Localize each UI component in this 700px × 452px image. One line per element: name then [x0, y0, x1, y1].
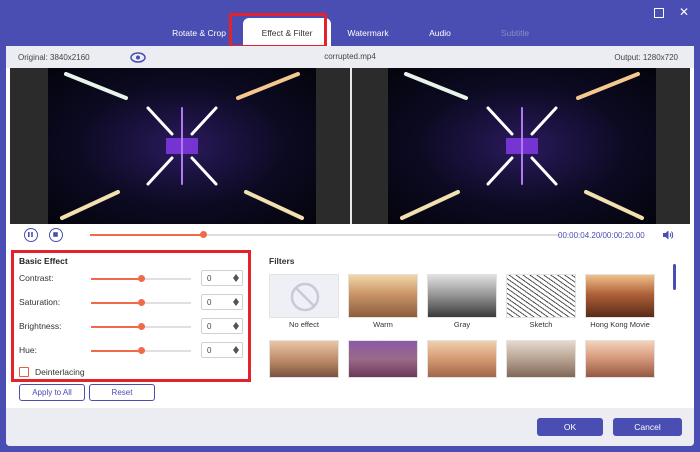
filter-thumb-hong-kong-movie[interactable]: [585, 274, 655, 318]
contrast-stepper[interactable]: 0: [201, 270, 243, 286]
filter-thumb-no-effect[interactable]: [269, 274, 339, 318]
tab-audio[interactable]: Audio: [405, 18, 475, 46]
contrast-slider-handle[interactable]: [138, 275, 145, 282]
close-icon[interactable]: ✕: [678, 6, 690, 18]
param-row-saturation: Saturation: 0: [19, 294, 249, 312]
filter-label-gray: Gray: [453, 320, 471, 329]
apply-to-all-button[interactable]: Apply to All: [19, 384, 85, 401]
deinterlacing-checkbox[interactable]: [19, 367, 29, 377]
filter-thumb[interactable]: [269, 340, 339, 378]
hue-slider[interactable]: [91, 347, 191, 354]
filter-thumb-sketch[interactable]: [506, 274, 576, 318]
contrast-label: Contrast:: [19, 273, 54, 283]
main-panel: Original: 3840x2160 corrupted.mp4 Output…: [6, 46, 694, 446]
saturation-value[interactable]: 0: [207, 298, 211, 307]
contrast-slider-fill: [91, 278, 141, 280]
volume-icon[interactable]: [662, 229, 674, 241]
tab-subtitle: Subtitle: [500, 28, 530, 38]
maximize-icon[interactable]: [654, 8, 664, 18]
hue-slider-handle[interactable]: [138, 347, 145, 354]
ok-button[interactable]: OK: [537, 418, 603, 436]
brightness-slider-handle[interactable]: [138, 323, 145, 330]
brightness-value[interactable]: 0: [207, 322, 211, 331]
tab-watermark[interactable]: Watermark: [331, 18, 405, 46]
cancel-button[interactable]: Cancel: [613, 418, 682, 436]
stop-icon: [53, 232, 58, 237]
arrow-down-icon[interactable]: [233, 278, 239, 282]
reset-button[interactable]: Reset: [89, 384, 155, 401]
brightness-slider-fill: [91, 326, 141, 328]
filter-label-warm: Warm: [373, 320, 393, 329]
filter-thumb[interactable]: [427, 340, 497, 378]
pause-icon: [28, 232, 33, 237]
playback-time: 00:00:04.20/00:00:20.00: [558, 231, 645, 240]
filter-thumb[interactable]: [348, 340, 418, 378]
output-video-frame: [388, 68, 656, 224]
arrow-down-icon[interactable]: [233, 302, 239, 306]
hue-stepper[interactable]: 0: [201, 342, 243, 358]
window-controls: ✕: [654, 6, 690, 18]
param-row-contrast: Contrast: 0: [19, 270, 249, 288]
footer-bar: OK Cancel: [6, 408, 694, 446]
contrast-value[interactable]: 0: [207, 274, 211, 283]
preview-info-bar: Original: 3840x2160 corrupted.mp4 Output…: [6, 46, 694, 68]
basic-effect-title: Basic Effect: [19, 256, 68, 266]
pause-button[interactable]: [24, 228, 38, 242]
no-effect-icon: [290, 282, 320, 312]
stop-button[interactable]: [49, 228, 63, 242]
original-preview: [10, 68, 350, 224]
tab-bar: Rotate & Crop Effect & Filter Watermark …: [160, 18, 555, 46]
filter-thumb[interactable]: [506, 340, 576, 378]
filters-scrollbar[interactable]: [673, 264, 676, 290]
param-row-hue: Hue: 0: [19, 342, 249, 360]
filter-label-sketch: Sketch: [529, 320, 553, 329]
filter-thumb[interactable]: [585, 340, 655, 378]
param-row-brightness: Brightness: 0: [19, 318, 249, 336]
saturation-slider-fill: [91, 302, 141, 304]
seek-progress: [90, 234, 203, 236]
saturation-slider-handle[interactable]: [138, 299, 145, 306]
brightness-label: Brightness:: [19, 321, 62, 331]
filter-label-hong-kong-movie: Hong Kong Movie: [590, 320, 650, 329]
arrow-down-icon[interactable]: [233, 350, 239, 354]
tab-rotate-crop[interactable]: Rotate & Crop: [160, 18, 238, 46]
file-name: corrupted.mp4: [324, 52, 376, 61]
seek-bar[interactable]: [90, 231, 560, 238]
saturation-stepper[interactable]: 0: [201, 294, 243, 310]
deinterlacing-label: Deinterlacing: [35, 367, 85, 377]
saturation-label: Saturation:: [19, 297, 61, 307]
arrow-down-icon[interactable]: [233, 326, 239, 330]
hue-label: Hue:: [19, 345, 37, 355]
hue-slider-fill: [91, 350, 141, 352]
hue-value[interactable]: 0: [207, 346, 211, 355]
output-resolution: Output: 1280x720: [614, 53, 678, 62]
filter-thumb-gray[interactable]: [427, 274, 497, 318]
contrast-slider[interactable]: [91, 275, 191, 282]
seek-handle[interactable]: [199, 231, 207, 238]
saturation-slider[interactable]: [91, 299, 191, 306]
player-controls: 00:00:04.20/00:00:20.00: [6, 224, 694, 246]
brightness-slider[interactable]: [91, 323, 191, 330]
brightness-stepper[interactable]: 0: [201, 318, 243, 334]
filter-thumb-warm[interactable]: [348, 274, 418, 318]
highlight-box-tab: [229, 13, 327, 48]
original-video-frame: [48, 68, 316, 224]
filters-title: Filters: [269, 256, 295, 266]
output-preview: [352, 68, 690, 224]
filter-label-no-effect: No effect: [289, 320, 319, 329]
